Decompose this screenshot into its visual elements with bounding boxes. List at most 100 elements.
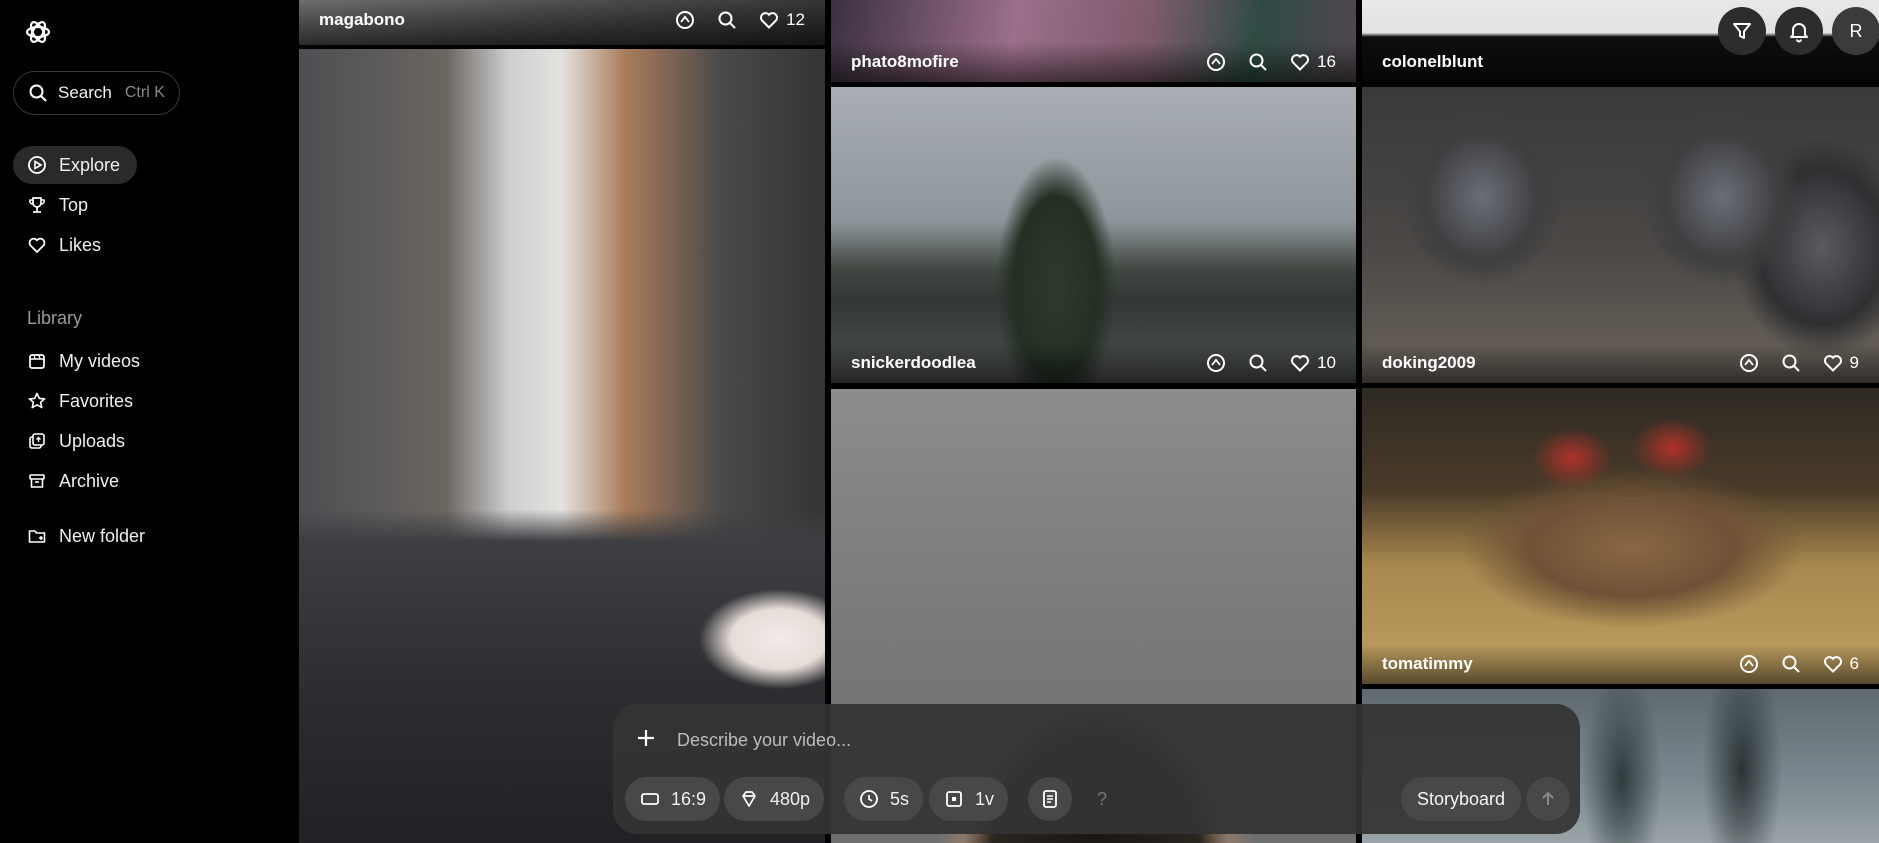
sidebar-item-archive[interactable]: Archive [13, 462, 119, 500]
help-label: ? [1096, 788, 1107, 809]
video-card[interactable]: snickerdoodlea 10 [831, 87, 1356, 383]
help-button[interactable]: ? [1080, 777, 1124, 821]
clock-icon [860, 790, 878, 808]
video-thumbnail [831, 87, 1356, 383]
like-count: 6 [1849, 654, 1859, 673]
duration-button[interactable]: 5s [844, 777, 924, 821]
notifications-button[interactable] [1775, 7, 1823, 55]
like-count: 9 [1849, 353, 1859, 372]
new-folder-button[interactable]: New folder [13, 517, 145, 555]
heart-icon [1823, 355, 1842, 372]
app-logo-icon[interactable] [24, 18, 52, 46]
new-folder-label: New folder [59, 525, 146, 546]
search-similar-icon[interactable] [1780, 352, 1802, 374]
heart-icon [1291, 355, 1310, 372]
sidebar-item-top[interactable]: Top [13, 186, 88, 224]
resolution-value: 480p [770, 788, 811, 809]
archive-icon [27, 471, 47, 491]
remix-icon[interactable] [1738, 653, 1760, 675]
variations-icon [946, 791, 962, 807]
sidebar-item-likes[interactable]: Likes [13, 226, 101, 264]
variations-value: 1v [975, 788, 995, 809]
like-count: 10 [1317, 353, 1336, 372]
like-button[interactable]: 6 [1822, 653, 1859, 675]
upload-icon [27, 431, 47, 451]
sidebar-item-label: Favorites [59, 390, 134, 411]
like-button[interactable]: 12 [758, 9, 805, 31]
search-icon [29, 84, 47, 102]
library-heading: Library [27, 308, 83, 328]
bell-icon [1790, 23, 1808, 43]
storyboard-label: Storyboard [1417, 788, 1506, 809]
like-button[interactable]: 16 [1289, 51, 1336, 73]
star-icon [27, 391, 47, 411]
resolution-button[interactable]: 480p [724, 777, 825, 821]
video-thumbnail [1362, 388, 1879, 684]
composer: Describe your video... 16:9 480p 5s 1v ?… [613, 704, 1580, 834]
search-shortcut: Ctrl K [124, 84, 165, 101]
search-button[interactable]: Search Ctrl K [13, 71, 180, 115]
arrow-up-icon [1542, 791, 1554, 805]
video-author[interactable]: snickerdoodlea [851, 353, 1205, 373]
sidebar-item-my-videos[interactable]: My videos [13, 342, 140, 380]
filter-icon [1733, 23, 1751, 39]
video-library-icon [27, 351, 47, 371]
sidebar-item-label: Uploads [59, 430, 126, 451]
remix-icon[interactable] [1205, 352, 1227, 374]
folder-plus-icon [27, 526, 47, 546]
avatar[interactable]: R [1832, 7, 1879, 55]
video-author[interactable]: colonelblunt [1382, 52, 1859, 72]
sidebar-item-favorites[interactable]: Favorites [13, 382, 133, 420]
sidebar-item-label: Archive [59, 470, 120, 491]
video-author[interactable]: phato8mofire [851, 52, 1205, 72]
sidebar-item-explore[interactable]: Explore [13, 146, 137, 184]
search-similar-icon[interactable] [1780, 653, 1802, 675]
remix-icon[interactable] [1205, 51, 1227, 73]
search-similar-icon[interactable] [1247, 352, 1269, 374]
duration-value: 5s [890, 788, 910, 809]
like-count: 12 [786, 9, 805, 29]
video-card[interactable]: doking2009 9 [1362, 87, 1879, 383]
sidebar-item-uploads[interactable]: Uploads [13, 422, 125, 460]
video-author[interactable]: tomatimmy [1382, 654, 1738, 674]
video-author[interactable]: magabono [319, 10, 674, 30]
plus-icon [638, 730, 654, 746]
heart-icon [27, 235, 47, 255]
heart-icon [760, 11, 779, 29]
explore-icon [27, 155, 47, 175]
like-button[interactable]: 9 [1822, 352, 1859, 374]
video-thumbnail [1362, 87, 1879, 383]
like-count: 16 [1317, 52, 1336, 71]
video-card[interactable]: phato8mofire 16 [831, 0, 1356, 82]
aspect-ratio-icon [641, 793, 659, 805]
filter-button[interactable] [1718, 7, 1766, 55]
sidebar-item-label: Likes [59, 234, 102, 255]
storyboard-button[interactable]: Storyboard [1401, 777, 1522, 821]
sidebar: Search Ctrl K Explore Top Likes Library … [0, 0, 298, 843]
sidebar-item-label: My videos [59, 350, 141, 371]
add-media-button[interactable] [635, 727, 657, 749]
video-card[interactable]: magabono 12 [299, 0, 825, 45]
search-similar-icon[interactable] [716, 9, 738, 31]
heart-icon [1291, 54, 1310, 71]
video-card[interactable]: tomatimmy 6 [1362, 388, 1879, 684]
document-icon [1043, 790, 1057, 808]
remix-icon[interactable] [1738, 352, 1760, 374]
sidebar-item-label: Explore [59, 154, 121, 175]
video-author[interactable]: doking2009 [1382, 353, 1738, 373]
presets-button[interactable] [1028, 777, 1072, 821]
trophy-icon [27, 195, 47, 215]
avatar-initial: R [1849, 20, 1863, 41]
aspect-ratio-value: 16:9 [671, 788, 707, 809]
submit-button[interactable] [1526, 777, 1570, 821]
search-similar-icon[interactable] [1247, 51, 1269, 73]
remix-icon[interactable] [674, 9, 696, 31]
variations-button[interactable]: 1v [929, 777, 1009, 821]
like-button[interactable]: 10 [1289, 352, 1336, 374]
diamond-icon [742, 791, 756, 807]
heart-icon [1823, 656, 1842, 673]
sidebar-item-label: Top [59, 194, 89, 215]
search-label: Search [58, 83, 112, 102]
prompt-input[interactable]: Describe your video... [677, 730, 851, 751]
aspect-ratio-button[interactable]: 16:9 [625, 777, 721, 821]
